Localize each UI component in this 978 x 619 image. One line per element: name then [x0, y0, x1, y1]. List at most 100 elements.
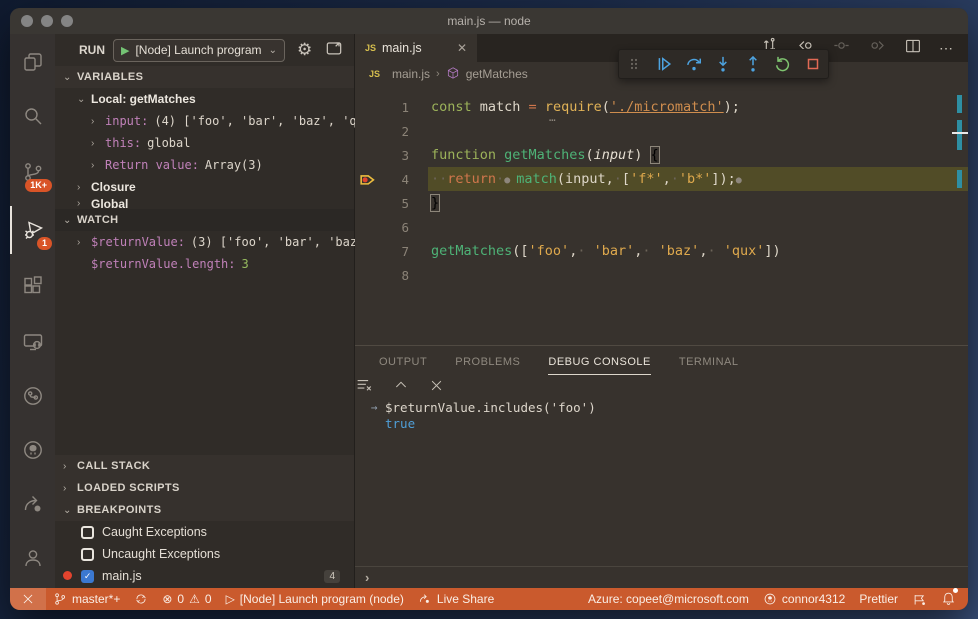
- panel-tab[interactable]: PROBLEMS: [455, 348, 520, 374]
- stop-button[interactable]: [800, 51, 826, 77]
- editor-group: JS main.js ✕ ⋯ JS main.js › getMatches 1…: [355, 34, 968, 588]
- panel-tab[interactable]: TERMINAL: [679, 348, 739, 374]
- code-line: 7 getMatches(['foo',· 'bar',· 'baz',· 'q…: [355, 239, 968, 263]
- line-number: 2: [401, 123, 409, 139]
- scope-row-global[interactable]: › Global: [55, 198, 354, 209]
- prettier-status[interactable]: Prettier: [852, 588, 905, 610]
- run-toolbar: RUN ▶ [Node] Launch program ⌄ ⚙: [55, 34, 354, 66]
- git-branch-status[interactable]: master*+: [46, 588, 127, 610]
- github-account-status[interactable]: connor4312: [756, 588, 852, 610]
- run-and-debug-icon[interactable]: 1: [10, 206, 55, 254]
- share-icon[interactable]: [10, 480, 55, 528]
- azure-account-status[interactable]: Azure: copeet@microsoft.com: [581, 588, 756, 610]
- scope-label: Global: [91, 198, 129, 209]
- breakpoint-row-caught[interactable]: Caught Exceptions: [55, 521, 354, 543]
- code-text: const match = require('./micromatch');: [431, 99, 740, 115]
- code-token: ·: [642, 243, 651, 259]
- code-token: {: [649, 146, 660, 164]
- checkbox-unchecked[interactable]: [81, 525, 94, 539]
- breakpoints-section-header[interactable]: ⌄ BREAKPOINTS: [55, 499, 354, 521]
- code-text: getMatches(['foo',· 'bar',· 'baz',· 'qux…: [431, 243, 781, 259]
- notifications-bell-icon[interactable]: [934, 588, 968, 610]
- window-title: main.js — node: [447, 14, 531, 28]
- breakpoint-row-uncaught[interactable]: Uncaught Exceptions: [55, 543, 354, 565]
- configure-gear-icon[interactable]: ⚙: [297, 40, 312, 60]
- sync-changes-button[interactable]: [127, 588, 155, 610]
- feedback-icon[interactable]: [905, 588, 934, 610]
- search-icon[interactable]: [10, 92, 55, 140]
- start-debug-icon[interactable]: ▶: [121, 44, 129, 57]
- restart-button[interactable]: [770, 51, 796, 77]
- more-actions-icon[interactable]: ⋯: [939, 40, 954, 57]
- continue-button[interactable]: [651, 51, 677, 77]
- source-control-badge: 1K+: [25, 179, 52, 192]
- breakpoint-row-mainjs[interactable]: ✓ main.js 4: [55, 565, 354, 587]
- live-share-button[interactable]: Live Share: [411, 588, 501, 610]
- close-tab-icon[interactable]: ✕: [457, 41, 467, 55]
- code-line: 8: [355, 263, 968, 287]
- variables-section-header[interactable]: ⌄ VARIABLES: [55, 66, 354, 88]
- remote-indicator[interactable]: [10, 588, 46, 610]
- code-token: ,: [662, 171, 671, 187]
- checkbox-unchecked[interactable]: [81, 547, 94, 561]
- code-token: 'qux': [723, 243, 765, 259]
- code-token: 'bar': [593, 243, 635, 259]
- watch-row-returnvalue[interactable]: › $returnValue: (3) ['foo', 'bar', 'baz'…: [55, 231, 372, 253]
- line-number: 5: [401, 195, 409, 211]
- toolbar-drag-grip[interactable]: [621, 51, 647, 77]
- step-out-button[interactable]: [740, 51, 766, 77]
- panel-tab[interactable]: OUTPUT: [379, 348, 427, 374]
- ruler-mark: [957, 95, 962, 113]
- clear-console-icon[interactable]: [355, 376, 373, 399]
- loaded-scripts-section-header[interactable]: › LOADED SCRIPTS: [55, 477, 354, 499]
- vscode-window: main.js — node 1K+ 1 RUN ▶ [Node] Launch…: [10, 8, 968, 610]
- accounts-icon[interactable]: [10, 534, 55, 582]
- branch-name: master*+: [72, 592, 121, 606]
- split-editor-icon[interactable]: [904, 37, 922, 60]
- github-icon[interactable]: [10, 426, 55, 474]
- variable-row-input[interactable]: › input: (4) ['foo', 'bar', 'baz', 'qux'…: [55, 110, 386, 132]
- debug-console-input[interactable]: ›: [355, 566, 968, 588]
- variable-row-return-value[interactable]: › Return value: Array(3): [55, 154, 354, 176]
- source-control-icon[interactable]: 1K+: [10, 148, 55, 196]
- tab-mainjs[interactable]: JS main.js ✕: [355, 34, 477, 62]
- line-number: 7: [401, 243, 409, 259]
- next-change-icon[interactable]: [868, 36, 887, 60]
- launch-config-dropdown[interactable]: ▶ [Node] Launch program ⌄: [113, 38, 285, 62]
- chevron-down-icon: ⌄: [63, 71, 72, 83]
- breadcrumb-symbol[interactable]: getMatches: [466, 67, 528, 81]
- live-share-session-icon[interactable]: [10, 372, 55, 420]
- debug-console-toggle-icon[interactable]: [324, 38, 344, 63]
- github-username: connor4312: [781, 592, 846, 606]
- explorer-icon[interactable]: [10, 38, 55, 86]
- current-change-icon[interactable]: [832, 36, 851, 60]
- code-token: function: [431, 147, 497, 163]
- panel-tab[interactable]: DEBUG CONSOLE: [548, 348, 651, 375]
- breadcrumb-file[interactable]: main.js: [392, 67, 430, 81]
- variable-row-this[interactable]: › this: global: [55, 132, 354, 154]
- code-text: }: [430, 194, 441, 212]
- scope-row-closure[interactable]: › Closure: [55, 176, 354, 198]
- call-stack-section-header[interactable]: › CALL STACK: [55, 455, 354, 477]
- code-line: 3 function getMatches(input) {: [355, 143, 968, 167]
- breakpoint-current-line-icon[interactable]: [355, 170, 379, 189]
- extensions-icon[interactable]: [10, 262, 55, 310]
- launch-status[interactable]: ▷ [Node] Launch program (node): [219, 588, 411, 610]
- watch-row-returnvalue-length[interactable]: $returnValue.length: 3: [55, 253, 354, 275]
- console-entry: → $returnValue.includes('foo'): [363, 399, 968, 416]
- debug-console-output[interactable]: → $returnValue.includes('foo') true: [355, 399, 968, 433]
- step-over-button[interactable]: [681, 51, 707, 77]
- close-panel-icon[interactable]: [429, 378, 444, 398]
- checkbox-checked[interactable]: ✓: [81, 569, 94, 583]
- code-editor[interactable]: 1 const match = require('./micromatch');…: [355, 86, 968, 345]
- watch-section-header[interactable]: ⌄ WATCH: [55, 209, 354, 231]
- code-token: 'baz': [658, 243, 700, 259]
- remote-explorer-icon[interactable]: [10, 318, 55, 366]
- step-into-button[interactable]: [710, 51, 736, 77]
- maximize-panel-icon[interactable]: [393, 377, 409, 398]
- overview-ruler[interactable]: [952, 86, 968, 345]
- problems-status[interactable]: ⊗ 0 ⚠ 0: [155, 588, 218, 610]
- scope-row-local[interactable]: ⌄ Local: getMatches: [55, 88, 354, 110]
